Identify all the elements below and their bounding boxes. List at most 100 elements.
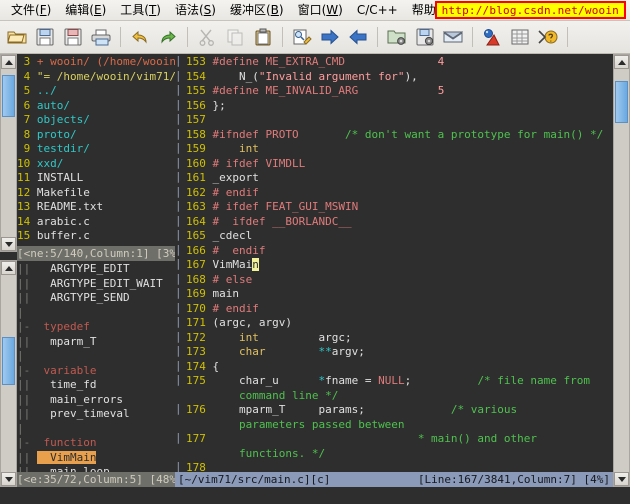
menu-item-syntax[interactable]: 语法(S): [168, 1, 223, 19]
taglist-row[interactable]: |- function: [17, 436, 175, 451]
taglist-row[interactable]: || ARGTYPE_EDIT: [17, 262, 175, 277]
code-row[interactable]: 177 * main() and other: [186, 432, 613, 447]
code-row[interactable]: 170 # endif: [186, 302, 613, 317]
explorer-row[interactable]: 8 proto/: [17, 128, 175, 143]
run-script-icon[interactable]: [440, 24, 466, 50]
taglist-row[interactable]: || ARGTYPE_SEND: [17, 291, 175, 306]
code-scroll-thumb[interactable]: [615, 81, 628, 123]
taglist-row[interactable]: || prev_timeval: [17, 407, 175, 422]
code-row[interactable]: 166 # endif: [186, 244, 613, 259]
tag-list-icon[interactable]: [507, 24, 533, 50]
code-row[interactable]: 163 # ifdef FEAT_GUI_MSWIN: [186, 200, 613, 215]
taglist-row[interactable]: |: [17, 349, 175, 364]
save-session-icon[interactable]: [412, 24, 438, 50]
code-row[interactable]: 162 # endif: [186, 186, 613, 201]
code-row[interactable]: 157: [186, 113, 613, 128]
code-scrollbar[interactable]: [613, 54, 630, 487]
code-row[interactable]: 160 # ifdef VIMDLL: [186, 157, 613, 172]
explorer-row[interactable]: 9 testdir/: [17, 142, 175, 157]
explorer-scroll-down-button[interactable]: [1, 237, 16, 251]
taglist-row[interactable]: || main_errors: [17, 393, 175, 408]
code-scroll-trough[interactable]: [614, 69, 629, 472]
menu-item-edit[interactable]: 编辑(E): [58, 1, 113, 19]
taglist-row[interactable]: || ARGTYPE_EDIT_WAIT: [17, 277, 175, 292]
code-row[interactable]: 178: [186, 461, 613, 472]
redo-icon[interactable]: [155, 24, 181, 50]
save-all-icon[interactable]: [60, 24, 86, 50]
explorer-row[interactable]: 4 "= /home/wooin/vim71/: [17, 70, 175, 85]
code-row[interactable]: 175 char_u *fname = NULL; /* file name f…: [186, 374, 613, 389]
menu-item-window[interactable]: 窗口(W): [291, 1, 350, 19]
code-row[interactable]: 156 };: [186, 99, 613, 114]
explorer-row[interactable]: 12 Makefile: [17, 186, 175, 201]
copy-icon[interactable]: [222, 24, 248, 50]
taglist-pane[interactable]: || ARGTYPE_EDIT || ARGTYPE_EDIT_WAIT || AR…: [17, 261, 175, 472]
explorer-scrollbar[interactable]: [0, 54, 17, 252]
code-row[interactable]: 158 #ifndef PROTO /* don't want a protot…: [186, 128, 613, 143]
line-number: 172: [186, 330, 213, 344]
paste-icon[interactable]: [250, 24, 276, 50]
taglist-row[interactable]: |: [17, 422, 175, 437]
make-icon[interactable]: [479, 24, 505, 50]
cut-icon[interactable]: [194, 24, 220, 50]
taglist-row[interactable]: || main_loop: [17, 465, 175, 472]
code-row[interactable]: 173 char **argv;: [186, 345, 613, 360]
code-row[interactable]: 168 # else: [186, 273, 613, 288]
code-wrapped-row[interactable]: command line */: [186, 389, 613, 404]
taglist-scroll-thumb[interactable]: [2, 337, 15, 385]
code-row[interactable]: 153 #define ME_EXTRA_CMD 4: [186, 55, 613, 70]
menu-item-tools[interactable]: 工具(T): [113, 1, 168, 19]
print-icon[interactable]: [88, 24, 114, 50]
menu-item-file[interactable]: 文件(F): [4, 1, 58, 19]
code-scroll-down-button[interactable]: [614, 472, 629, 486]
code-row[interactable]: 165 _cdecl: [186, 229, 613, 244]
code-row[interactable]: 176 mparm_T params; /* various: [186, 403, 613, 418]
save-icon[interactable]: [32, 24, 58, 50]
previous-icon[interactable]: [345, 24, 371, 50]
explorer-row[interactable]: 10 xxd/: [17, 157, 175, 172]
help-icon[interactable]: [535, 24, 561, 50]
explorer-row[interactable]: 11 INSTALL: [17, 171, 175, 186]
load-session-icon[interactable]: [384, 24, 410, 50]
code-row[interactable]: 159 int: [186, 142, 613, 157]
explorer-row[interactable]: 14 arabic.c: [17, 215, 175, 230]
code-row[interactable]: 154 N_("Invalid argument for"),: [186, 70, 613, 85]
code-row[interactable]: 164 # ifdef __BORLANDC__: [186, 215, 613, 230]
explorer-scroll-thumb[interactable]: [2, 75, 15, 117]
explorer-row[interactable]: 3 + wooin/ (/home/wooin: [17, 55, 175, 70]
code-row[interactable]: 171 (argc, argv): [186, 316, 613, 331]
code-row[interactable]: 172 int argc;: [186, 331, 613, 346]
code-row[interactable]: 161 _export: [186, 171, 613, 186]
taglist-scroll-up-button[interactable]: [1, 261, 16, 275]
code-row[interactable]: 174 {: [186, 360, 613, 375]
taglist-row[interactable]: |- typedef: [17, 320, 175, 335]
code-token: _export: [212, 171, 259, 184]
next-icon[interactable]: [317, 24, 343, 50]
explorer-row[interactable]: 6 auto/: [17, 99, 175, 114]
taglist-scroll-down-button[interactable]: [1, 472, 16, 486]
open-icon[interactable]: [4, 24, 30, 50]
undo-icon[interactable]: [127, 24, 153, 50]
taglist-scrollbar[interactable]: [0, 260, 17, 487]
menu-item-buffers[interactable]: 缓冲区(B): [223, 1, 291, 19]
code-row[interactable]: 167 VimMain: [186, 258, 613, 273]
explorer-scroll-up-button[interactable]: [1, 55, 16, 69]
explorer-row[interactable]: 7 objects/: [17, 113, 175, 128]
taglist-row[interactable]: |- variable: [17, 364, 175, 379]
explorer-row[interactable]: 5 ../: [17, 84, 175, 99]
find-replace-icon[interactable]: [289, 24, 315, 50]
code-scroll-up-button[interactable]: [614, 55, 629, 69]
code-row[interactable]: 169 main: [186, 287, 613, 302]
taglist-row[interactable]: || mparm_T: [17, 335, 175, 350]
code-pane[interactable]: | | | | | | | | | | | | | | | | | | | | …: [175, 54, 613, 472]
taglist-row[interactable]: |: [17, 306, 175, 321]
file-explorer-pane[interactable]: 3 + wooin/ (/home/wooin 4 "= /home/wooin…: [17, 54, 175, 246]
code-row[interactable]: 155 #define ME_INVALID_ARG 5: [186, 84, 613, 99]
explorer-row[interactable]: 13 README.txt: [17, 200, 175, 215]
taglist-row[interactable]: || time_fd: [17, 378, 175, 393]
menu-item-cpp[interactable]: C/C++: [350, 1, 405, 19]
code-wrapped-row[interactable]: functions. */: [186, 447, 613, 462]
explorer-row[interactable]: 15 buffer.c: [17, 229, 175, 244]
code-wrapped-row[interactable]: parameters passed between: [186, 418, 613, 433]
taglist-row[interactable]: || VimMain: [17, 450, 175, 466]
